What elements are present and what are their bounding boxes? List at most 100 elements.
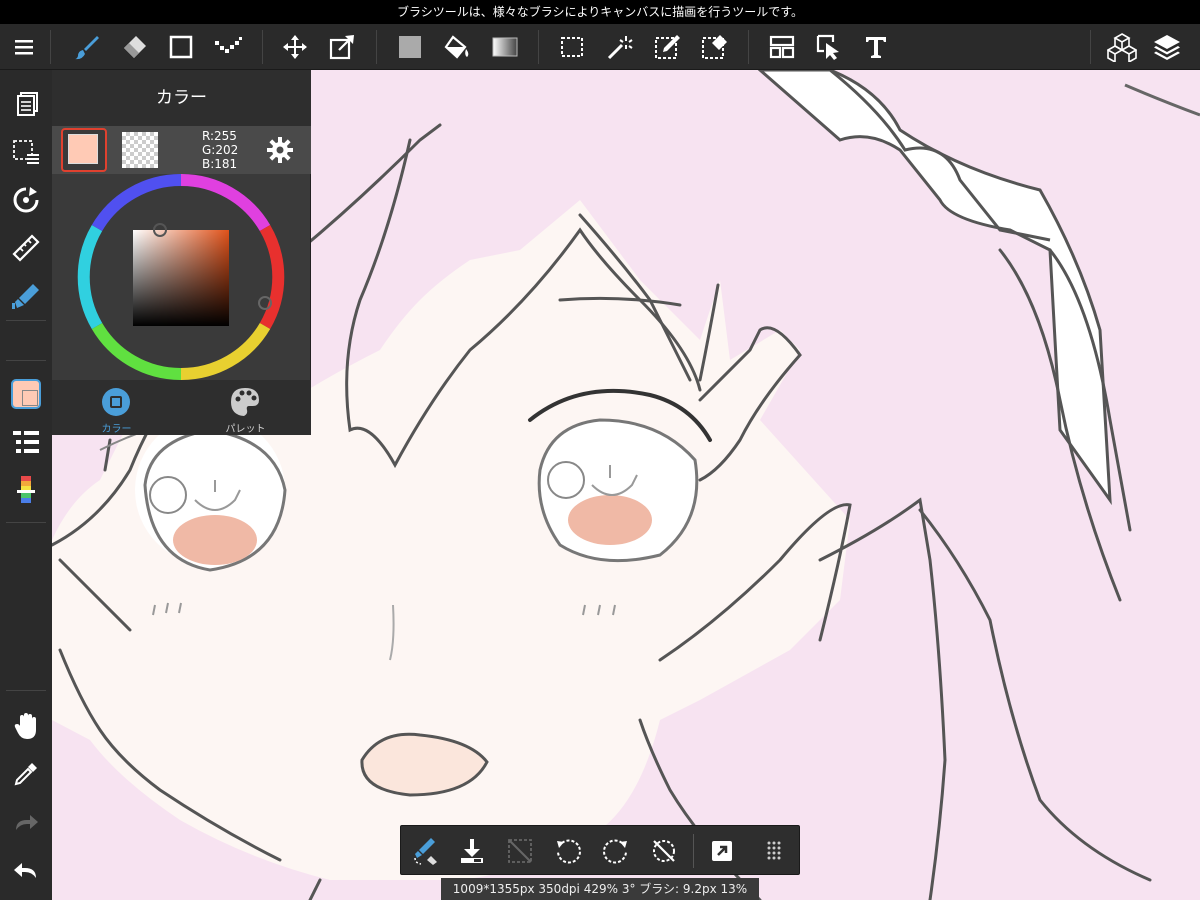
rotate-view-icon: [13, 187, 39, 213]
fill-rect-icon: [399, 36, 421, 58]
frame-divide-tool-button[interactable]: [760, 24, 804, 70]
bucket-tool-button[interactable]: [435, 24, 479, 70]
brush-tool-button[interactable]: [65, 24, 109, 70]
layers-button[interactable]: [1145, 24, 1189, 70]
rectangle-icon: [169, 35, 193, 59]
gradient-icon: [492, 37, 518, 57]
foreground-color: [68, 134, 98, 164]
selection-list-icon: [13, 140, 39, 164]
brush-settings-icon: [12, 284, 39, 309]
menu-icon: [15, 40, 33, 55]
color-settings-button[interactable]: [264, 134, 296, 166]
eyedropper-button[interactable]: [0, 752, 52, 796]
top-toolbar: [0, 24, 1200, 70]
saturation-value-square[interactable]: [133, 230, 229, 326]
move-tool-button[interactable]: [273, 24, 317, 70]
color-swatch-row: R:255 G:202 B:181: [52, 126, 311, 174]
tool-hint-text: ブラシツールは、様々なブラシによりキャンバスに描画を行うツールです。: [396, 5, 804, 19]
dot-pen-icon: [215, 37, 242, 53]
operation-cursor-icon: [816, 34, 839, 60]
redo-icon: [16, 815, 38, 830]
brush-eraser-toggle-icon: [414, 838, 437, 865]
brush-settings-button[interactable]: [0, 274, 52, 318]
select-rect-icon: [561, 37, 583, 57]
layer-list-button[interactable]: [0, 420, 52, 464]
grid-dots-icon: [767, 841, 781, 860]
share-arrow-icon: [712, 841, 732, 861]
text-icon: [866, 37, 886, 58]
magic-wand-tool-button[interactable]: [597, 24, 641, 70]
undo-button[interactable]: [0, 848, 52, 892]
eraser-icon: [124, 36, 146, 58]
clear-selection-button[interactable]: [497, 826, 543, 876]
color-panel: カラー R:255 G:202 B:181 カラー パレット: [52, 70, 311, 435]
color-wheel-area: [52, 173, 311, 381]
main-color-swatch[interactable]: [61, 128, 107, 172]
3d-tool-button[interactable]: [1100, 24, 1144, 70]
color-circle-icon: [102, 388, 130, 416]
transform-tool-button[interactable]: [320, 24, 364, 70]
tab-color[interactable]: カラー: [52, 380, 181, 435]
g-value: G:202: [202, 143, 239, 157]
reset-rotation-button[interactable]: [641, 826, 687, 876]
redo-button[interactable]: [0, 800, 52, 844]
quick-menu-button[interactable]: [751, 826, 797, 876]
bucket-icon: [444, 35, 469, 59]
select-eraser-tool-button[interactable]: [692, 24, 736, 70]
current-color-button[interactable]: [0, 372, 52, 416]
rotate-right-button[interactable]: [593, 826, 639, 876]
select-pen-tool-button[interactable]: [645, 24, 689, 70]
color-palette-strip-button[interactable]: [0, 468, 52, 512]
rotate-canvas-button[interactable]: [0, 178, 52, 222]
dot-tool-button[interactable]: [206, 24, 250, 70]
r-value: R:255: [202, 129, 237, 143]
rotate-left-button[interactable]: [545, 826, 591, 876]
eyedropper-icon: [14, 763, 37, 786]
color-panel-title: カラー: [52, 70, 311, 126]
eraser-tool-button[interactable]: [112, 24, 156, 70]
gradient-tool-button[interactable]: [483, 24, 527, 70]
deselect-icon: [508, 839, 532, 863]
palette-icon: [231, 388, 259, 416]
current-color-swatch: [11, 379, 41, 409]
hand-icon: [14, 713, 36, 739]
selection-menu-button[interactable]: [0, 130, 52, 174]
transform-icon: [329, 35, 354, 60]
select-pen-icon: [655, 35, 680, 59]
rotate-left-icon: [557, 839, 581, 864]
rainbow-palette-icon: [17, 476, 35, 503]
app-root: ブラシツールは、様々なブラシによりキャンバスに描画を行うツールです。 カラー R…: [0, 0, 1200, 900]
menu-button[interactable]: [2, 24, 46, 70]
hand-tool-button[interactable]: [0, 704, 52, 748]
magic-wand-icon: [607, 36, 633, 60]
pages-button[interactable]: [0, 82, 52, 126]
operation-tool-button[interactable]: [807, 24, 851, 70]
brush-icon: [75, 36, 99, 60]
download-icon: [461, 839, 483, 863]
move-icon: [283, 35, 307, 59]
fill-rect-tool-button[interactable]: [388, 24, 432, 70]
ruler-button[interactable]: [0, 226, 52, 270]
import-button[interactable]: [449, 826, 495, 876]
pages-icon: [17, 92, 38, 116]
brush-eraser-toggle-button[interactable]: [403, 826, 449, 876]
rgb-readout: R:255 G:202 B:181: [202, 129, 238, 171]
cubes-icon: [1107, 33, 1137, 62]
tool-hint-bar: ブラシツールは、様々なブラシによりキャンバスに描画を行うツールです。: [0, 0, 1200, 24]
canvas-info-bar: 1009*1355px 350dpi 429% 3° ブラシ: 9.2px 13…: [441, 878, 759, 900]
transparent-color-swatch[interactable]: [122, 132, 158, 168]
select-rect-tool-button[interactable]: [550, 24, 594, 70]
canvas-info-text: 1009*1355px 350dpi 429% 3° ブラシ: 9.2px 13…: [452, 882, 748, 896]
left-sidebar: [0, 70, 52, 900]
b-value: B:181: [202, 157, 238, 171]
shape-tool-button[interactable]: [159, 24, 203, 70]
tab-palette-label: パレット: [225, 424, 266, 435]
color-panel-tabs: カラー パレット: [52, 380, 311, 435]
share-button[interactable]: [699, 826, 745, 876]
ruler-icon: [12, 234, 40, 262]
gear-icon: [267, 137, 293, 163]
undo-icon: [14, 863, 36, 878]
tab-palette[interactable]: パレット: [181, 380, 310, 435]
tab-color-label: カラー: [101, 424, 132, 435]
text-tool-button[interactable]: [854, 24, 898, 70]
